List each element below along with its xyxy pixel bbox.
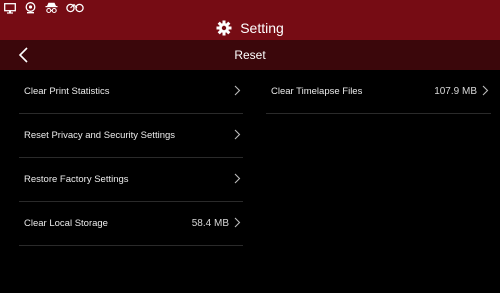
item-value: 107.9 MB	[434, 86, 477, 97]
item-label: Clear Local Storage	[24, 218, 108, 229]
item-label: Clear Timelapse Files	[271, 86, 363, 97]
page-title: Setting	[240, 20, 284, 36]
gear-icon	[216, 20, 232, 36]
monitor-icon	[3, 2, 16, 14]
status-bar	[0, 0, 500, 16]
clear-timelapse-files-item[interactable]: Clear Timelapse Files 107.9 MB	[266, 70, 491, 114]
item-label: Restore Factory Settings	[24, 174, 129, 185]
left-settings-list: Clear Print Statistics Reset Privacy and…	[19, 70, 243, 246]
chevron-left-icon	[18, 47, 28, 63]
header-bar: Setting	[0, 16, 500, 40]
back-button[interactable]	[16, 46, 32, 64]
clear-local-storage-item[interactable]: Clear Local Storage 58.4 MB	[19, 202, 243, 246]
incognito-icon	[45, 2, 58, 14]
reset-privacy-security-item[interactable]: Reset Privacy and Security Settings	[19, 114, 243, 158]
chevron-right-icon	[234, 173, 241, 184]
chevron-right-icon	[234, 85, 241, 96]
chevron-right-icon	[234, 217, 241, 228]
chevron-right-icon	[482, 85, 489, 96]
chevron-right-icon	[234, 129, 241, 140]
restore-factory-settings-item[interactable]: Restore Factory Settings	[19, 158, 243, 202]
right-settings-list: Clear Timelapse Files 107.9 MB	[266, 70, 491, 114]
webcam-icon	[24, 2, 37, 14]
nav-title: Reset	[234, 48, 266, 62]
nav-bar: Reset	[0, 40, 500, 70]
clear-print-statistics-item[interactable]: Clear Print Statistics	[19, 70, 243, 114]
item-label: Clear Print Statistics	[24, 86, 110, 97]
cycle-icon	[66, 2, 84, 14]
item-value: 58.4 MB	[191, 218, 229, 229]
item-label: Reset Privacy and Security Settings	[24, 130, 176, 141]
